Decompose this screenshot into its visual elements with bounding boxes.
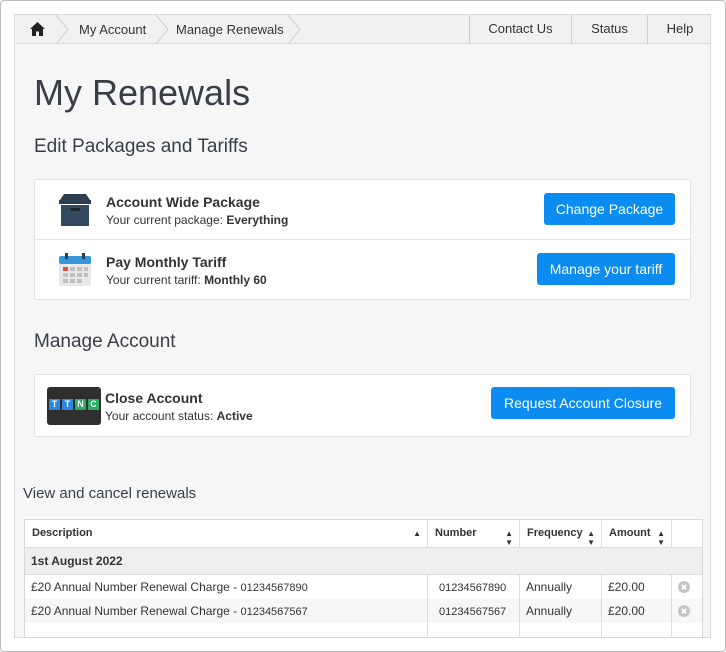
package-label: Your current package: xyxy=(106,213,223,227)
renewals-table: Description ▲ Number ▲ ▼ Frequency ▲ ▼ Amo… xyxy=(24,519,703,637)
breadcrumb-my-account[interactable]: My Account xyxy=(79,15,146,44)
column-header-number[interactable]: Number ▲ ▼ xyxy=(428,520,520,547)
change-package-button[interactable]: Change Package xyxy=(544,193,675,225)
renewals-heading: View and cancel renewals xyxy=(23,485,197,502)
number-text: 01234567890 xyxy=(439,582,507,594)
tariff-title: Pay Monthly Tariff xyxy=(106,254,227,270)
sort-icon: ▲ ▼ xyxy=(657,529,665,547)
cell-frequency: Annually xyxy=(520,599,602,623)
cell-amount: £20.00 xyxy=(602,575,672,599)
column-label: Number xyxy=(435,527,477,539)
ttnc-logo: T T N C xyxy=(47,387,101,425)
column-header-frequency[interactable]: Frequency ▲ ▼ xyxy=(520,520,602,547)
table-row-empty xyxy=(25,623,702,637)
account-card: T T N C Close Account Your account statu… xyxy=(34,374,691,437)
cell-empty xyxy=(520,623,602,637)
column-label: Frequency xyxy=(527,527,583,539)
package-subtitle: Your current package: Everything xyxy=(106,213,288,227)
home-link[interactable] xyxy=(15,15,59,44)
breadcrumb-separator xyxy=(287,15,301,44)
cell-number: 01234567567 xyxy=(428,599,520,623)
logo-letter: C xyxy=(88,399,99,410)
nav-status[interactable]: Status xyxy=(571,15,647,44)
manage-tariff-button[interactable]: Manage your tariff xyxy=(537,253,675,285)
cell-empty xyxy=(602,623,672,637)
package-title: Account Wide Package xyxy=(106,194,260,210)
account-status: Your account status: Active xyxy=(105,409,253,423)
breadcrumb-separator xyxy=(55,15,69,44)
packages-heading: Edit Packages and Tariffs xyxy=(34,136,248,157)
tariff-value: Monthly 60 xyxy=(204,273,267,287)
tariff-row: Pay Monthly Tariff Your current tariff: … xyxy=(35,240,690,300)
column-header-amount[interactable]: Amount ▲ ▼ xyxy=(602,520,672,547)
archive-box-icon xyxy=(59,194,91,226)
table-row: £20 Annual Number Renewal Charge - 01234… xyxy=(25,575,702,599)
group-row: 1st August 2022 xyxy=(25,547,702,575)
manage-account-heading: Manage Account xyxy=(34,331,176,352)
description-text: £20 Annual Number Renewal Charge - xyxy=(31,604,241,618)
column-label: Amount xyxy=(609,527,651,539)
breadcrumb-manage-renewals[interactable]: Manage Renewals xyxy=(176,15,284,44)
package-value: Everything xyxy=(226,213,289,227)
status-value: Active xyxy=(216,409,253,423)
packages-card: Account Wide Package Your current packag… xyxy=(34,179,691,300)
status-label: Your account status: xyxy=(105,409,214,423)
sort-asc-icon: ▲ xyxy=(413,529,421,538)
cancel-renewal-icon[interactable] xyxy=(678,605,690,617)
cell-description: £20 Annual Number Renewal Charge - 01234… xyxy=(25,575,428,599)
cell-description: £20 Annual Number Renewal Charge - 01234… xyxy=(25,599,428,623)
sort-icon: ▲ ▼ xyxy=(587,529,595,547)
tariff-label: Your current tariff: xyxy=(106,273,201,287)
request-closure-button[interactable]: Request Account Closure xyxy=(491,387,675,419)
nav-contact-us[interactable]: Contact Us xyxy=(469,15,571,44)
cell-frequency: Annually xyxy=(520,575,602,599)
logo-letter: T xyxy=(62,399,73,410)
sort-icon: ▲ ▼ xyxy=(505,529,513,547)
page: My Account Manage Renewals Contact Us St… xyxy=(14,14,711,638)
nav-help[interactable]: Help xyxy=(647,15,710,44)
close-account-title: Close Account xyxy=(105,390,203,406)
description-number: 01234567567 xyxy=(240,606,308,618)
package-row: Account Wide Package Your current packag… xyxy=(35,180,690,240)
number-text: 01234567567 xyxy=(439,606,507,618)
cell-empty xyxy=(25,623,428,637)
home-icon xyxy=(30,22,45,36)
top-navbar: My Account Manage Renewals Contact Us St… xyxy=(15,15,710,44)
cell-empty xyxy=(428,623,520,637)
cell-number: 01234567890 xyxy=(428,575,520,599)
logo-letter: N xyxy=(75,399,86,410)
tariff-subtitle: Your current tariff: Monthly 60 xyxy=(106,273,267,287)
description-number: 01234567890 xyxy=(240,582,308,594)
cell-amount: £20.00 xyxy=(602,599,672,623)
logo-letter: T xyxy=(49,399,60,410)
page-title: My Renewals xyxy=(34,72,251,113)
column-header-description[interactable]: Description ▲ xyxy=(25,520,428,547)
description-text: £20 Annual Number Renewal Charge - xyxy=(31,580,241,594)
cancel-renewal-icon[interactable] xyxy=(678,581,690,593)
calendar-icon xyxy=(59,253,91,286)
table-row: £20 Annual Number Renewal Charge - 01234… xyxy=(25,599,702,623)
column-label: Description xyxy=(32,527,93,539)
breadcrumb-separator xyxy=(155,15,169,44)
